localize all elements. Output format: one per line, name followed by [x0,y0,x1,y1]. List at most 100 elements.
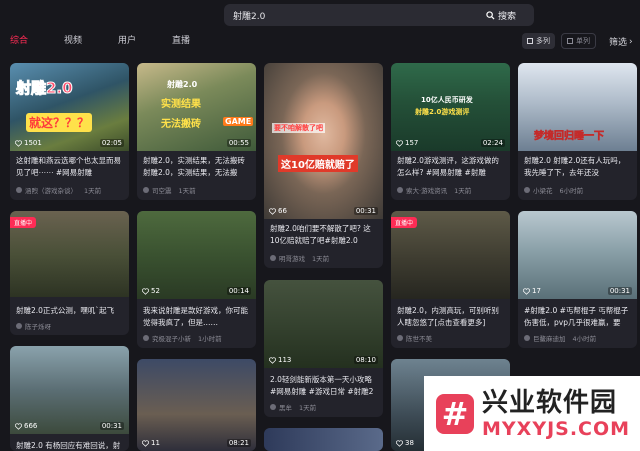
single-column-label: 单列 [576,37,590,45]
filter-button[interactable]: 筛选 › [609,35,633,49]
video-card[interactable]: 10亿人民币研发 射雕2.0游戏测评 157 02:24 射雕2.0游戏测评，这… [391,63,510,200]
live-card[interactable]: 直播中 射雕2.0，内测高玩，可别听别人瞎忽悠了[点击查看更多] 陈世不美 [391,211,510,348]
author-name[interactable]: 陈子烁呀 [25,321,51,331]
post-time: 1天前 [178,187,196,195]
search-icon [486,10,495,20]
live-badge: 直播中 [391,217,418,228]
video-caption: 射雕2.0，实测结果，无法搬砖 射雕2.0，实测结果，无法搬 [143,156,245,177]
author-name[interactable]: 涵煦（游戏杂谈） [25,185,77,195]
video-card[interactable]: 113 08:10 2.0轻剑能新版本第一天小攻略 #网易射雕 #游戏日常 #射… [264,280,383,417]
author-name[interactable]: 黑牟 [279,402,292,412]
video-duration: 00:31 [353,207,378,215]
video-duration: 02:24 [480,139,505,147]
like-count: 11 [142,439,160,447]
video-thumbnail: 射雕2.0 就这？？？ 1501 02:05 [10,63,129,151]
like-count-value: 66 [278,207,287,215]
avatar [524,335,530,341]
video-card[interactable]: 梦境回归睡一下 射雕2.0 射雕2.0还有人玩吗，我先睡了下，去年还没 小梁花 6… [518,63,637,200]
tab-users[interactable]: 用户 [118,35,136,49]
video-thumbnail: 666 00:31 [10,346,129,434]
tab-all[interactable]: 综合 [10,35,28,49]
video-thumbnail: 17 00:31 [518,211,637,299]
video-card[interactable]: 17 00:31 #射雕2.0 #丐帮棍子 丐帮棍子伤害低，pvp几乎很难赢，要… [518,211,637,348]
video-thumbnail: 10亿人民币研发 射雕2.0游戏测评 157 02:24 [391,63,510,151]
watermark-title: 兴业软件园 [482,387,618,418]
post-time: 1天前 [454,187,472,195]
watermark-url: MYXYJS.COM [482,417,631,440]
thumbnail-subtitle-text: 就这？？？ [26,113,93,132]
like-count-value: 113 [278,356,292,364]
thumbnail-subtitle-text: 要不咱解散了吧 [272,123,325,133]
video-card[interactable] [264,428,383,451]
video-thumbnail: 射雕2.0 实测结果 无法搬砖 GAME 00:55 [137,63,256,151]
video-thumbnail: 52 00:14 [137,211,256,299]
video-thumbnail: 要不咱解散了吧 这10亿赔就赔了 66 00:31 [264,63,383,219]
like-count-value: 157 [405,139,419,147]
filter-label: 筛选 [609,38,628,48]
video-caption: 射雕2.0游戏测评，这游戏做的怎么样? #网易射雕 #射雕 [397,156,499,177]
like-count-value: 1501 [24,139,42,147]
like-count-value: 666 [24,422,38,430]
video-caption: #射雕2.0 #丐帮棍子 丐帮棍子伤害低，pvp几乎很难赢，要 [524,306,629,327]
avatar [270,255,276,261]
video-card[interactable]: 射雕2.0 就这？？？ 1501 02:05 这射雕和燕云选哪个也太显而易见了吧… [10,63,129,200]
post-time: 6小时前 [559,187,584,195]
post-time: 4小时前 [572,335,597,343]
like-count: 1501 [15,139,42,147]
video-card[interactable]: 52 00:14 我来说射雕是款好游戏，你可能觉得我疯了，但是…… 究极混子小新… [137,211,256,348]
like-count: 157 [396,139,418,147]
heart-icon [396,439,403,447]
video-caption: 射雕2.0 有杨回应有难回说，射 [16,441,121,450]
tab-video[interactable]: 视频 [64,35,82,49]
thumbnail-title-text: 梦境回归睡一下 [534,131,605,143]
video-card[interactable]: 666 00:31 射雕2.0 有杨回应有难回说，射 [10,346,129,451]
heart-icon [142,439,149,447]
multi-column-button[interactable]: 多列 [522,33,555,49]
avatar [143,187,149,193]
like-count-value: 11 [151,439,160,447]
thumbnail-title-text: 这10亿赔就赔了 [278,155,358,172]
like-count: 17 [523,287,541,295]
site-watermark: # 兴业软件园 MYXYJS.COM [424,376,640,451]
author-name[interactable]: 小梁花 [533,185,553,195]
search-button[interactable]: 搜索 [486,7,530,23]
thumbnail-subtitle-text: 实测结果 [161,99,201,110]
video-caption: 射雕2.0 射雕2.0还有人玩吗，我先睡了下，去年还没 [524,156,626,177]
like-count: 52 [142,287,160,295]
video-card[interactable]: 11 08:21 [137,359,256,451]
video-meta: 小梁花 6小时前 [524,185,631,195]
result-tabs: 综合 视频 用户 直播 [10,35,226,49]
video-thumbnail: 梦境回归睡一下 [518,63,637,151]
author-name[interactable]: 陈世不美 [406,333,432,343]
video-card[interactable]: 射雕2.0 实测结果 无法搬砖 GAME 00:55 射雕2.0，实测结果，无法… [137,63,256,200]
grid-icon [527,38,533,44]
author-name[interactable]: 明哥游戏 [279,253,305,263]
video-meta: 巨鳌麻迪加 4小时前 [524,333,631,343]
search-input[interactable] [224,4,486,26]
author-name[interactable]: 巨鳌麻迪加 [533,333,566,343]
author-name[interactable]: 究极混子小新 [152,333,191,343]
site-logo: # [436,393,474,434]
video-caption: 射雕2.0咱们要不解散了吧? 这10亿赔就赔了吧#射雕2.0 [270,224,371,245]
chevron-right-icon: › [629,36,633,47]
like-count: 113 [269,356,291,364]
video-thumbnail [264,428,383,451]
live-card[interactable]: 直播中 射雕2.0正式公测，嘿叽`起飞 陈子烁呀 [10,211,129,335]
video-duration: 00:31 [99,422,124,430]
author-name[interactable]: 索大·游戏资讯 [406,185,447,195]
video-meta: 究极混子小新 1小时前 [143,333,250,343]
like-count: 38 [396,439,414,447]
video-duration: 08:21 [226,439,251,447]
game-badge: GAME [223,117,254,126]
avatar [143,335,149,341]
heart-icon [396,139,403,147]
like-count-value: 52 [151,287,160,295]
post-time: 1天前 [299,404,317,412]
video-caption: 我来说射雕是款好游戏，你可能觉得我疯了，但是…… [143,306,248,327]
tab-live[interactable]: 直播 [172,35,190,49]
single-column-button[interactable]: 单列 [561,33,596,49]
search-bar[interactable]: 搜索 [224,4,534,26]
video-card[interactable]: 要不咱解散了吧 这10亿赔就赔了 66 00:31 射雕2.0咱们要不解散了吧?… [264,63,383,268]
heart-icon [142,287,149,295]
author-name[interactable]: 司空震 [152,185,172,195]
